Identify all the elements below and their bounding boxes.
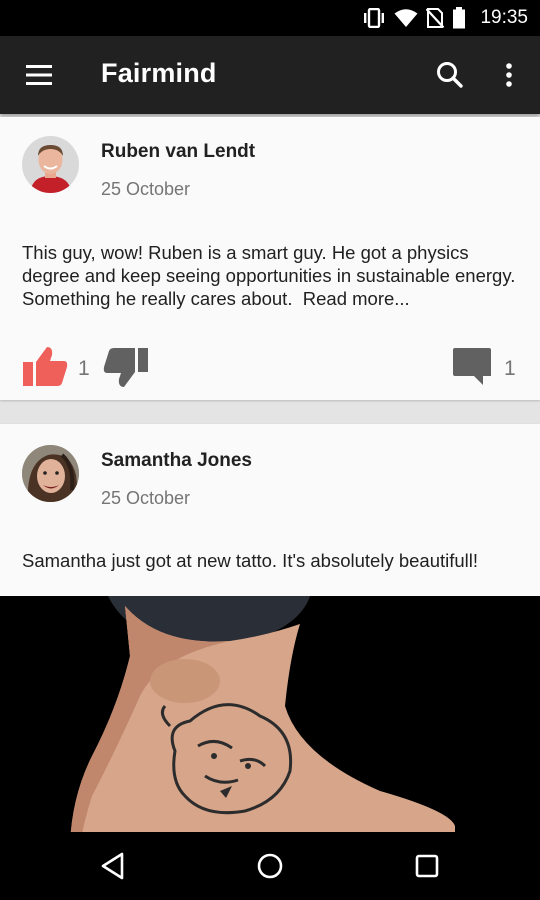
no-sim-icon (426, 8, 445, 28)
status-time: 19:35 (480, 7, 528, 28)
author-name[interactable]: Samantha Jones (101, 450, 252, 472)
back-button[interactable] (95, 848, 131, 884)
author-avatar[interactable] (22, 136, 79, 193)
menu-icon (26, 65, 52, 85)
status-bar: 19:35 (0, 0, 540, 36)
home-button[interactable] (252, 848, 288, 884)
navigation-bar (0, 832, 540, 900)
comment-icon (453, 348, 491, 385)
home-icon (257, 853, 283, 879)
author-name[interactable]: Ruben van Lendt (101, 141, 255, 163)
read-more-link[interactable]: Read more... (303, 288, 410, 309)
comment-button[interactable] (452, 347, 492, 387)
recents-button[interactable] (409, 848, 445, 884)
wifi-icon (394, 9, 418, 27)
battery-icon (453, 7, 466, 29)
author-avatar[interactable] (22, 445, 79, 502)
post-date: 25 October (101, 179, 191, 199)
comment-count: 1 (504, 357, 516, 380)
like-button[interactable] (22, 345, 68, 387)
status-icons: 19:35 (362, 7, 528, 29)
dislike-button[interactable] (103, 347, 149, 389)
like-count: 1 (78, 357, 90, 380)
more-vert-icon (506, 63, 512, 87)
thumbs-up-icon (23, 347, 68, 386)
recents-icon (415, 854, 439, 878)
vibrate-icon (364, 8, 385, 28)
post-card[interactable]: Samantha Jones 25 October Samantha just … (0, 424, 540, 844)
back-icon (101, 852, 124, 880)
post-text: This guy, wow! Ruben is a smart guy. He … (22, 241, 522, 310)
post-image[interactable] (0, 596, 540, 844)
avatar-photo (22, 445, 79, 502)
avatar-photo (22, 136, 79, 193)
search-button[interactable] (434, 59, 466, 91)
more-options-button[interactable] (498, 59, 520, 91)
post-date: 25 October (101, 488, 191, 508)
thumbs-down-icon (103, 348, 148, 387)
search-icon (437, 62, 463, 88)
menu-button[interactable] (20, 58, 58, 92)
post-text: Samantha just got at new tatto. It's abs… (22, 550, 479, 571)
post-body: This guy, wow! Ruben is a smart guy. He … (22, 242, 516, 309)
tattoo-photo (0, 596, 540, 844)
app-bar: Fairmind (0, 36, 540, 114)
app-title: Fairmind (101, 58, 217, 88)
post-card[interactable]: Ruben van Lendt 25 October This guy, wow… (0, 117, 540, 400)
